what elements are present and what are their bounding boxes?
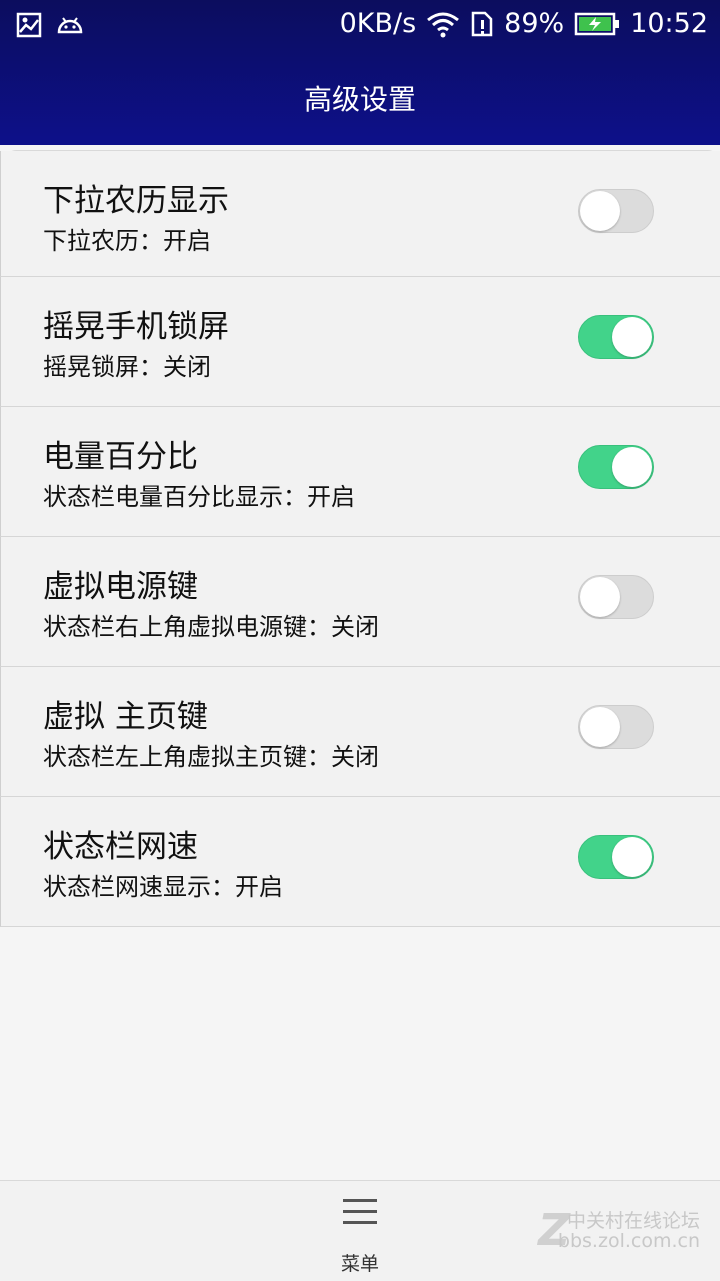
setting-title: 虚拟 主页键 — [43, 699, 208, 735]
status-bar: 0KB/s 89% 10:52 — [0, 0, 720, 52]
toggle-virtual-home[interactable] — [578, 705, 654, 749]
clock: 10:52 — [630, 8, 708, 39]
setting-title: 下拉农历显示 — [43, 183, 229, 219]
toggle-knob — [580, 707, 620, 747]
watermark-line1: 中关村在线论坛 — [566, 1210, 700, 1232]
setting-title: 电量百分比 — [43, 439, 198, 475]
setting-subtitle: 下拉农历：开启 — [43, 227, 211, 255]
setting-row-virtual-power[interactable]: 虚拟电源键 状态栏右上角虚拟电源键：关闭 — [0, 537, 720, 667]
net-speed: 0KB/s — [339, 8, 417, 39]
toggle-knob — [580, 191, 620, 231]
setting-subtitle: 状态栏左上角虚拟主页键：关闭 — [43, 743, 379, 771]
setting-row-net-speed[interactable]: 状态栏网速 状态栏网速显示：开启 — [0, 797, 720, 927]
menu-icon[interactable] — [343, 1199, 377, 1227]
toggle-knob — [612, 317, 652, 357]
settings-list: 下拉农历显示 下拉农历：开启 摇晃手机锁屏 摇晃锁屏：关闭 电量百分比 状态栏电… — [0, 151, 720, 927]
image-notification-icon — [16, 12, 42, 38]
android-debug-icon — [57, 17, 83, 34]
toggle-virtual-power[interactable] — [578, 575, 654, 619]
setting-row-battery-percent[interactable]: 电量百分比 状态栏电量百分比显示：开启 — [0, 407, 720, 537]
setting-row-shake-lock[interactable]: 摇晃手机锁屏 摇晃锁屏：关闭 — [0, 277, 720, 407]
page-title: 高级设置 — [303, 83, 416, 116]
menu-label[interactable]: 菜单 — [0, 1249, 720, 1276]
bottom-bar: 菜单 Z 中关村在线论坛 bbs.zol.com.cn — [0, 1180, 720, 1281]
toggle-knob — [612, 447, 652, 487]
toggle-knob — [580, 577, 620, 617]
battery-percent: 89% — [504, 8, 565, 39]
setting-row-lunar[interactable]: 下拉农历显示 下拉农历：开启 — [0, 151, 720, 277]
watermark-line2: bbs.zol.com.cn — [557, 1230, 700, 1252]
toggle-knob — [612, 837, 652, 877]
setting-subtitle: 状态栏电量百分比显示：开启 — [43, 483, 355, 511]
setting-title: 摇晃手机锁屏 — [43, 309, 229, 345]
toggle-lunar[interactable] — [578, 189, 654, 233]
sim-card-icon — [471, 11, 493, 36]
setting-subtitle: 状态栏右上角虚拟电源键：关闭 — [43, 613, 379, 641]
toggle-battery-percent[interactable] — [578, 445, 654, 489]
toggle-net-speed[interactable] — [578, 835, 654, 879]
setting-subtitle: 状态栏网速显示：开启 — [43, 873, 283, 901]
setting-subtitle: 摇晃锁屏：关闭 — [43, 353, 211, 381]
watermark: 中关村在线论坛 bbs.zol.com.cn — [558, 1211, 700, 1251]
app-header: 0KB/s 89% 10:52 高级设置 — [0, 0, 720, 145]
battery-charging-icon — [574, 12, 620, 35]
wifi-icon — [427, 12, 460, 37]
toggle-shake-lock[interactable] — [578, 315, 654, 359]
setting-title: 虚拟电源键 — [43, 569, 198, 605]
setting-row-virtual-home[interactable]: 虚拟 主页键 状态栏左上角虚拟主页键：关闭 — [0, 667, 720, 797]
setting-title: 状态栏网速 — [43, 829, 198, 865]
